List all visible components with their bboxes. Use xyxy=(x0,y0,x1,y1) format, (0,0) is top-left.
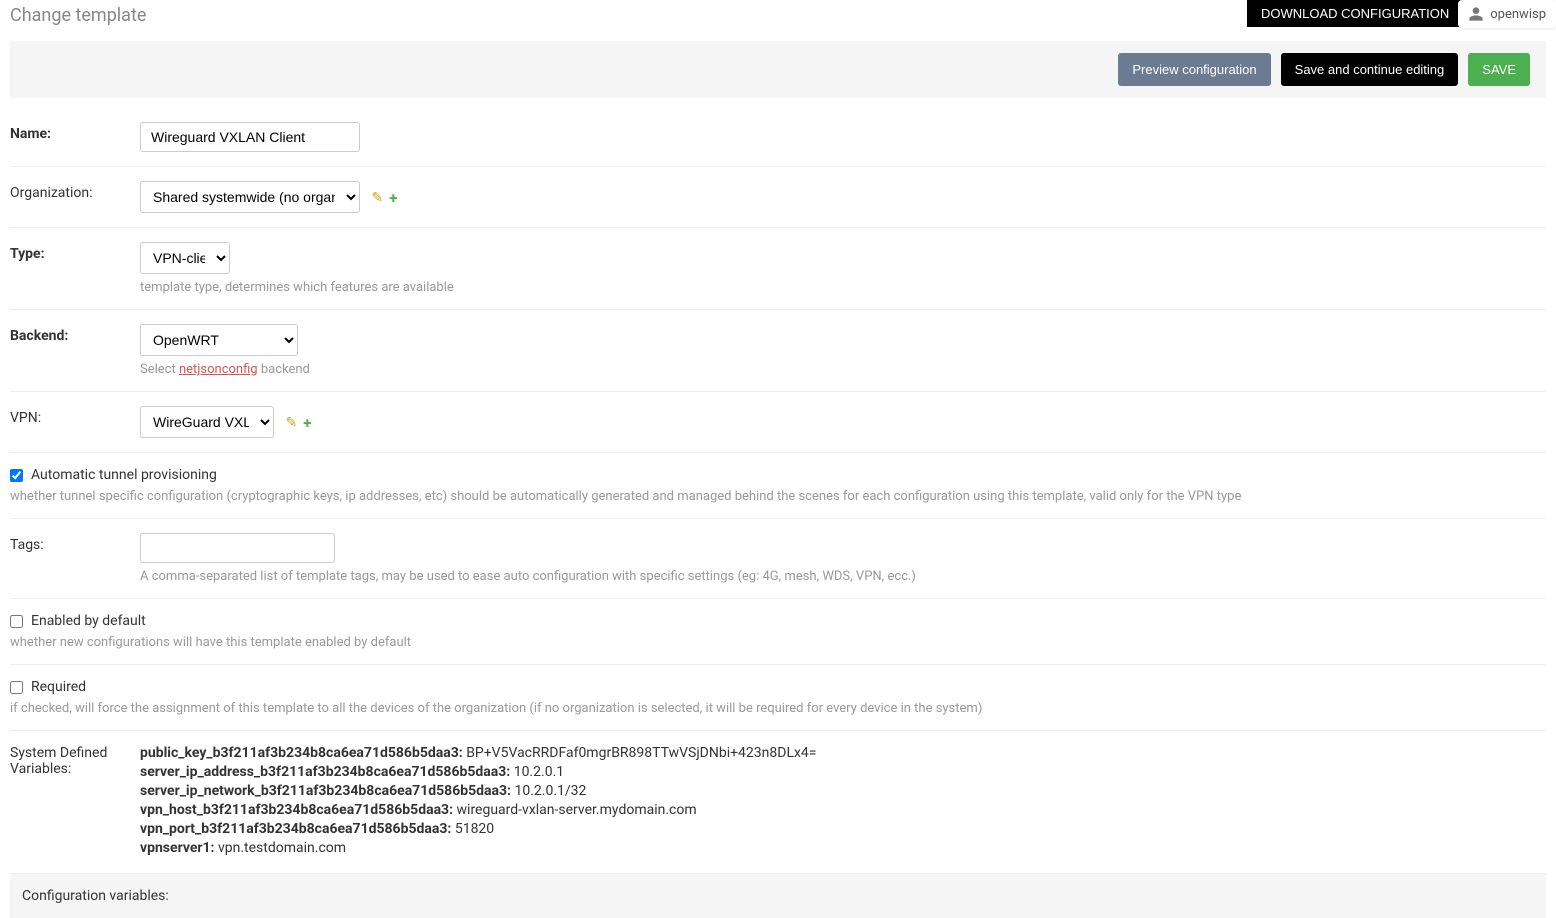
sysvar-key: server_ip_network_b3f211af3b234b8ca6ea71… xyxy=(140,783,514,799)
sysvar-key: server_ip_address_b3f211af3b234b8ca6ea71… xyxy=(140,764,514,780)
vpn-select[interactable]: WireGuard VXLAN xyxy=(140,406,274,438)
backend-help: Select netjsonconfig backend xyxy=(140,362,1546,377)
sysvar-value: 51820 xyxy=(455,821,494,837)
enabled-default-checkbox[interactable] xyxy=(10,615,23,628)
sysvar-line: vpn_port_b3f211af3b234b8ca6ea71d586b5daa… xyxy=(140,821,1546,837)
sysvar-line: public_key_b3f211af3b234b8ca6ea71d586b5d… xyxy=(140,745,1546,761)
sysvar-value: vpn.testdomain.com xyxy=(218,840,346,856)
field-backend-row: Backend: OpenWRT Select netjsonconfig ba… xyxy=(10,310,1546,392)
tags-help: A comma-separated list of template tags,… xyxy=(140,569,1546,584)
field-sysvars-row: System Defined Variables: public_key_b3f… xyxy=(10,731,1546,874)
sysvar-key: vpn_host_b3f211af3b234b8ca6ea71d586b5daa… xyxy=(140,802,457,818)
sysvar-key: vpn_port_b3f211af3b234b8ca6ea71d586b5daa… xyxy=(140,821,455,837)
save-button[interactable]: SAVE xyxy=(1468,53,1530,86)
sysvar-value: 10.2.0.1/32 xyxy=(514,783,586,799)
netjsonconfig-link[interactable]: netjsonconfig xyxy=(179,362,258,377)
field-vpn-row: VPN: WireGuard VXLAN ✎ + xyxy=(10,392,1546,453)
backend-label: Backend: xyxy=(10,324,140,344)
field-organization-row: Organization: Shared systemwide (no orga… xyxy=(10,167,1546,228)
organization-select[interactable]: Shared systemwide (no organization) xyxy=(140,181,360,213)
field-enabled-default-row: Enabled by default whether new configura… xyxy=(10,599,1546,665)
download-configuration-button[interactable]: DOWNLOAD CONFIGURATION xyxy=(1247,0,1463,27)
auto-provisioning-checkbox[interactable] xyxy=(10,469,23,482)
sysvars-content: public_key_b3f211af3b234b8ca6ea71d586b5d… xyxy=(140,745,1546,859)
sysvar-line: server_ip_address_b3f211af3b234b8ca6ea71… xyxy=(140,764,1546,780)
auto-provisioning-label: Automatic tunnel provisioning xyxy=(31,467,217,483)
field-auto-provisioning-row: Automatic tunnel provisioning whether tu… xyxy=(10,453,1546,519)
type-select[interactable]: VPN-client xyxy=(140,242,230,274)
sysvar-value: BP+V5VacRRDFaf0mgrBR898TTwVSjDNbi+423n8D… xyxy=(466,745,816,761)
required-label: Required xyxy=(31,679,86,695)
edit-vpn-icon[interactable]: ✎ xyxy=(285,415,297,431)
enabled-default-label: Enabled by default xyxy=(31,613,146,629)
add-organization-icon[interactable]: + xyxy=(389,189,397,207)
tags-input[interactable] xyxy=(140,533,335,563)
name-label: Name: xyxy=(10,122,140,142)
required-help: if checked, will force the assignment of… xyxy=(10,701,1546,716)
vpn-label: VPN: xyxy=(10,406,140,426)
field-type-row: Type: VPN-client template type, determin… xyxy=(10,228,1546,310)
sysvar-line: server_ip_network_b3f211af3b234b8ca6ea71… xyxy=(140,783,1546,799)
save-continue-button[interactable]: Save and continue editing xyxy=(1281,53,1459,86)
tags-label: Tags: xyxy=(10,533,140,553)
auto-provisioning-help: whether tunnel specific configuration (c… xyxy=(10,489,1546,504)
edit-organization-icon[interactable]: ✎ xyxy=(371,190,383,206)
user-menu[interactable]: openwisp xyxy=(1458,0,1556,28)
field-required-row: Required if checked, will force the assi… xyxy=(10,665,1546,731)
sysvar-line: vpnserver1: vpn.testdomain.com xyxy=(140,840,1546,856)
required-checkbox[interactable] xyxy=(10,681,23,694)
sysvar-key: public_key_b3f211af3b234b8ca6ea71d586b5d… xyxy=(140,745,466,761)
backend-select[interactable]: OpenWRT xyxy=(140,324,298,356)
sysvar-line: vpn_host_b3f211af3b234b8ca6ea71d586b5daa… xyxy=(140,802,1546,818)
sysvar-value: wireguard-vxlan-server.mydomain.com xyxy=(457,802,697,818)
add-vpn-icon[interactable]: + xyxy=(303,414,311,432)
preview-configuration-button[interactable]: Preview configuration xyxy=(1118,53,1270,86)
sysvar-key: vpnserver1: xyxy=(140,840,218,856)
name-input[interactable] xyxy=(140,122,360,152)
field-tags-row: Tags: A comma-separated list of template… xyxy=(10,519,1546,599)
username-label: openwisp xyxy=(1490,7,1546,22)
field-name-row: Name: xyxy=(10,108,1546,167)
sysvars-label: System Defined Variables: xyxy=(10,745,140,859)
type-label: Type: xyxy=(10,242,140,262)
organization-label: Organization: xyxy=(10,181,140,201)
user-icon xyxy=(1468,6,1484,22)
config-vars-section: Configuration variables: xyxy=(10,874,1546,918)
action-bar: Preview configuration Save and continue … xyxy=(10,41,1546,98)
enabled-default-help: whether new configurations will have thi… xyxy=(10,635,1546,650)
sysvar-value: 10.2.0.1 xyxy=(514,764,564,780)
type-help: template type, determines which features… xyxy=(140,280,1546,295)
